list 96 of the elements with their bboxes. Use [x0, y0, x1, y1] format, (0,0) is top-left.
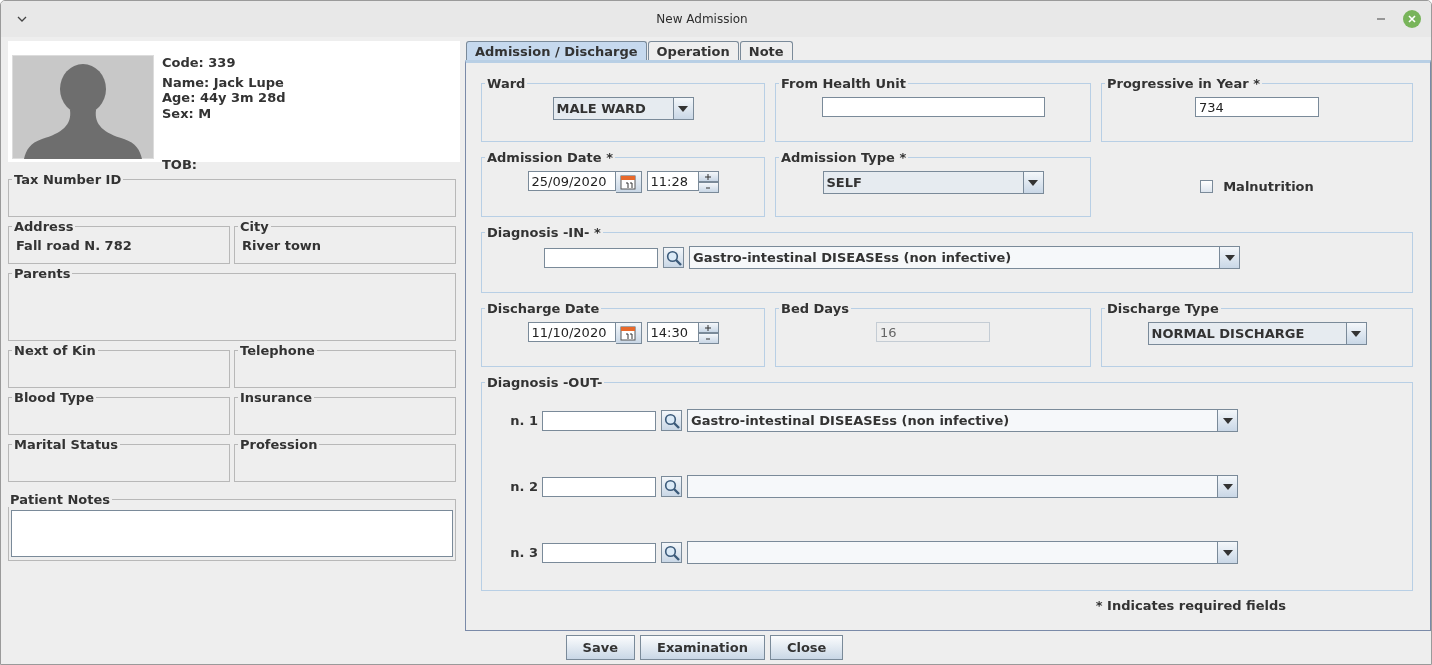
- diagnosis-number: n. 2: [509, 479, 538, 494]
- dropdown-arrow-icon: [1028, 179, 1038, 186]
- field-value: River town: [241, 237, 323, 253]
- window-title: New Admission: [655, 12, 749, 26]
- group-title: Diagnosis -IN- *: [487, 225, 601, 240]
- search-button[interactable]: [661, 476, 682, 497]
- dropdown-field[interactable]: SELF: [822, 171, 1044, 194]
- health-unit-field[interactable]: [821, 97, 1045, 117]
- avatar-silhouette-icon: [12, 55, 154, 159]
- dropdown-button[interactable]: [672, 98, 693, 119]
- patient-tob: TOB:: [162, 157, 199, 173]
- dropdown-field[interactable]: [687, 475, 1238, 498]
- dropdown-field[interactable]: Gastro-intestinal DISEASEss (non infective): [687, 409, 1238, 432]
- search-icon: [665, 249, 682, 266]
- plus-icon: [705, 324, 711, 331]
- patient-age: Age: 44y 3m 28d: [162, 90, 286, 106]
- group-title: City: [240, 219, 269, 234]
- search-icon: [663, 478, 680, 495]
- dropdown-arrow-icon: [1222, 549, 1233, 556]
- search-button[interactable]: [661, 410, 682, 431]
- group-title: From Health Unit: [781, 76, 906, 91]
- increment-button[interactable]: [698, 171, 719, 182]
- search-icon: [663, 544, 680, 561]
- dropdown-arrow-icon: [1222, 417, 1233, 424]
- dialog-button[interactable]: Save: [565, 635, 635, 660]
- patient-code: Code: 339: [162, 55, 237, 71]
- dropdown-button[interactable]: [1022, 172, 1043, 193]
- decrement-button[interactable]: [698, 182, 719, 193]
- search-icon: [663, 412, 680, 429]
- group-title: Discharge Type: [1107, 301, 1219, 316]
- decrement-button[interactable]: [698, 333, 719, 344]
- field-value: Fall road N. 782: [15, 237, 133, 253]
- time-field[interactable]: 11:28: [646, 171, 699, 191]
- date-field[interactable]: 25/09/2020: [527, 171, 616, 191]
- calendar-button[interactable]: [615, 171, 642, 193]
- code-field[interactable]: [542, 542, 656, 563]
- plus-icon: [705, 173, 711, 180]
- dropdown-arrow-icon: [678, 105, 688, 112]
- group-title: Telephone: [240, 343, 315, 358]
- diagnosis-number: n. 1: [509, 413, 538, 428]
- dropdown-field[interactable]: [687, 541, 1238, 564]
- time-field[interactable]: 14:30: [646, 322, 699, 342]
- group-title: Admission Type *: [781, 150, 907, 165]
- progressive-field[interactable]: 734: [1195, 97, 1319, 117]
- group-title: Ward: [487, 76, 526, 91]
- dropdown-arrow-icon: [1222, 483, 1233, 490]
- dropdown-field[interactable]: MALE WARD: [552, 97, 694, 120]
- group-title: Patient Notes: [10, 492, 110, 507]
- patient-sex: Sex: M: [162, 105, 213, 121]
- dropdown-field[interactable]: Gastro-intestinal DISEASEss (non infective): [689, 246, 1240, 269]
- close-icon[interactable]: [1403, 10, 1421, 28]
- code-field[interactable]: [542, 410, 656, 431]
- minus-icon: [706, 186, 710, 189]
- dropdown-arrow-icon: [1224, 254, 1235, 261]
- dropdown-field[interactable]: NORMAL DISCHARGE: [1147, 322, 1367, 345]
- patient-name: Name: Jack Lupe: [162, 74, 285, 90]
- search-button[interactable]: [661, 542, 682, 563]
- dropdown-button[interactable]: [1219, 247, 1239, 268]
- group-title: Insurance: [240, 390, 313, 405]
- checkbox-label: Malnutrition: [1223, 179, 1314, 194]
- dropdown-button[interactable]: [1217, 476, 1237, 497]
- calendar-icon: [620, 325, 636, 341]
- required-fields-note: * Indicates required fields: [1095, 598, 1286, 613]
- group-title: Profession: [240, 437, 318, 452]
- group-title: Admission Date *: [487, 150, 613, 165]
- search-button[interactable]: [663, 247, 684, 268]
- dropdown-button[interactable]: [1217, 410, 1237, 431]
- notes-field[interactable]: [11, 510, 453, 557]
- dialog-button[interactable]: Close: [769, 635, 844, 660]
- group-title: Diagnosis -OUT-: [487, 375, 603, 390]
- code-field[interactable]: [542, 476, 656, 497]
- calendar-button[interactable]: [615, 322, 642, 344]
- increment-button[interactable]: [698, 322, 719, 333]
- malnutrition-checkbox[interactable]: [1200, 180, 1214, 193]
- group-title: Marital Status: [14, 437, 119, 452]
- group-title: Bed Days: [781, 301, 849, 316]
- group-title: Blood Type: [14, 390, 94, 405]
- group-title: Parents: [14, 266, 71, 281]
- group-title: Discharge Date: [487, 301, 600, 316]
- code-field[interactable]: [544, 247, 658, 268]
- tab[interactable]: Admission / Discharge: [466, 41, 647, 60]
- minus-icon: [706, 337, 710, 340]
- diagnosis-number: n. 3: [509, 545, 538, 560]
- group-title: Tax Number ID: [14, 172, 122, 187]
- group-title: Progressive in Year *: [1107, 76, 1260, 91]
- dropdown-button[interactable]: [1217, 542, 1237, 563]
- date-field[interactable]: 11/10/2020: [527, 322, 616, 342]
- chevron-down-icon[interactable]: [17, 16, 27, 22]
- dropdown-arrow-icon: [1351, 330, 1361, 337]
- calendar-icon: [620, 174, 636, 190]
- group-title: Address: [14, 219, 74, 234]
- group-title: Next of Kin: [14, 343, 96, 358]
- dropdown-button[interactable]: [1345, 323, 1366, 344]
- tab[interactable]: Note: [739, 41, 793, 60]
- tab[interactable]: Operation: [647, 41, 739, 60]
- dialog-button[interactable]: Examination: [640, 635, 765, 660]
